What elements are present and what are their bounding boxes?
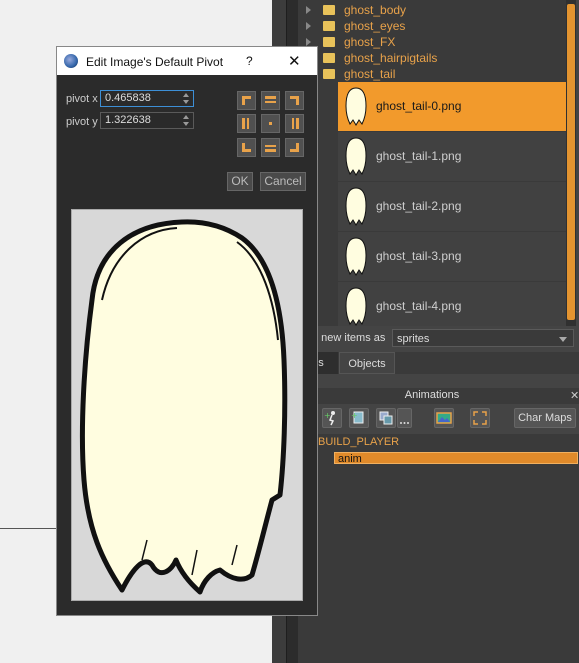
animation-row[interactable]: anim bbox=[334, 452, 578, 465]
pivot-x-value: 0.465838 bbox=[105, 92, 151, 104]
duplicate-button[interactable] bbox=[376, 408, 396, 428]
folder-open-icon bbox=[323, 69, 335, 79]
pivot-middle-left-button[interactable] bbox=[237, 114, 256, 133]
folder-label: ghost_tail bbox=[344, 67, 396, 81]
expand-arrow-icon[interactable] bbox=[306, 38, 311, 46]
preview-image-button[interactable] bbox=[434, 408, 454, 428]
help-button[interactable]: ? bbox=[246, 54, 253, 68]
folder-icon bbox=[323, 53, 335, 63]
folder-icon bbox=[323, 21, 335, 31]
svg-text:+: + bbox=[324, 411, 331, 420]
tree-folder-ghost-body[interactable]: ghost_body bbox=[298, 2, 566, 18]
pivot-top-right-button[interactable] bbox=[285, 91, 304, 110]
run-figure-icon: + bbox=[324, 411, 335, 426]
image-tree: ghost_body ghost_eyes ghost_FX ghost_hai… bbox=[298, 0, 566, 327]
image-item-ghost-tail-1[interactable]: ghost_tail-1.png bbox=[338, 132, 566, 182]
dialog-title: Edit Image's Default Pivot bbox=[86, 55, 224, 69]
spin-down-icon[interactable] bbox=[183, 122, 189, 126]
tab-objects[interactable]: Objects bbox=[339, 352, 395, 374]
tree-folder-ghost-fx[interactable]: ghost_FX bbox=[298, 34, 566, 50]
image-item-label: ghost_tail-1.png bbox=[376, 149, 462, 163]
close-button[interactable]: ✕ bbox=[288, 52, 301, 70]
animations-close-button[interactable]: ✕ bbox=[570, 389, 579, 402]
cancel-button[interactable]: Cancel bbox=[260, 172, 306, 191]
pivot-top-left-button[interactable] bbox=[237, 91, 256, 110]
spin-up-icon[interactable] bbox=[183, 93, 189, 97]
folder-label: ghost_hairpigtails bbox=[344, 51, 438, 65]
char-maps-button[interactable]: Char Maps bbox=[514, 408, 576, 428]
fit-corners-icon bbox=[473, 411, 487, 425]
pivot-x-input[interactable]: 0.465838 bbox=[100, 90, 194, 107]
pivot-bottom-center-icon bbox=[265, 149, 276, 152]
animations-panel-title: Animations bbox=[404, 389, 460, 401]
pivot-top-center-icon bbox=[265, 96, 276, 99]
pivot-y-label: pivot y bbox=[66, 116, 98, 128]
pivot-center-button[interactable] bbox=[261, 114, 280, 133]
folder-label: ghost_eyes bbox=[344, 19, 406, 33]
ghost-tail-thumbnail-icon bbox=[345, 187, 367, 226]
tree-scrollbar-thumb[interactable] bbox=[567, 4, 575, 320]
spin-up-icon[interactable] bbox=[183, 115, 189, 119]
chevron-down-icon bbox=[559, 337, 567, 342]
svg-text:+: + bbox=[351, 411, 358, 420]
build-name[interactable]: BUILD_PLAYER bbox=[318, 436, 399, 448]
image-item-label: ghost_tail-2.png bbox=[376, 199, 462, 213]
tree-folder-ghost-eyes[interactable]: ghost_eyes bbox=[298, 18, 566, 34]
pivot-x-label: pivot x bbox=[66, 93, 98, 105]
pivot-bottom-left-button[interactable] bbox=[237, 138, 256, 157]
ghost-tail-thumbnail-icon bbox=[345, 237, 367, 276]
expand-arrow-icon[interactable] bbox=[306, 6, 311, 14]
pivot-y-input[interactable]: 1.322638 bbox=[100, 112, 194, 129]
image-preview-icon bbox=[436, 412, 452, 424]
pivot-middle-right-icon bbox=[296, 118, 299, 129]
add-items-select[interactable]: sprites bbox=[392, 329, 574, 347]
add-build-button[interactable]: + bbox=[349, 408, 369, 428]
more-options-button[interactable] bbox=[397, 408, 412, 428]
ghost-tail-thumbnail-icon bbox=[345, 87, 367, 126]
ghost-tail-thumbnail-icon bbox=[345, 287, 367, 326]
image-item-ghost-tail-3[interactable]: ghost_tail-3.png bbox=[338, 232, 566, 282]
pivot-y-value: 1.322638 bbox=[105, 114, 151, 126]
image-item-label: ghost_tail-4.png bbox=[376, 299, 462, 313]
image-item-ghost-tail-2[interactable]: ghost_tail-2.png bbox=[338, 182, 566, 232]
pivot-middle-right-button[interactable] bbox=[285, 114, 304, 133]
tree-folder-ghost-hairpigtails[interactable]: ghost_hairpigtails bbox=[298, 50, 566, 66]
duplicate-icon bbox=[379, 411, 393, 425]
pivot-bottom-center-button[interactable] bbox=[261, 138, 280, 157]
image-item-ghost-tail-0[interactable]: ghost_tail-0.png bbox=[338, 82, 566, 132]
pivot-center-icon bbox=[269, 122, 272, 125]
expand-arrow-icon[interactable] bbox=[306, 22, 311, 30]
ellipsis-icon bbox=[400, 422, 409, 424]
image-item-label: ghost_tail-0.png bbox=[376, 99, 462, 113]
folder-icon bbox=[323, 5, 335, 15]
app-globe-icon bbox=[64, 54, 78, 68]
pivot-middle-left-icon bbox=[242, 118, 245, 129]
add-build-icon: + bbox=[351, 411, 364, 424]
add-items-label: g new items as bbox=[312, 332, 386, 344]
image-item-ghost-tail-4[interactable]: ghost_tail-4.png bbox=[338, 282, 566, 327]
pivot-bottom-right-button[interactable] bbox=[285, 138, 304, 157]
image-preview[interactable] bbox=[71, 209, 303, 601]
folder-label: ghost_body bbox=[344, 3, 407, 17]
folder-icon bbox=[323, 37, 335, 47]
ok-button[interactable]: OK bbox=[227, 172, 253, 191]
add-animation-button[interactable]: + bbox=[322, 408, 342, 428]
folder-label: ghost_FX bbox=[344, 35, 396, 49]
image-item-label: ghost_tail-3.png bbox=[376, 249, 462, 263]
ghost-tail-image bbox=[79, 219, 288, 595]
ghost-tail-thumbnail-icon bbox=[345, 137, 367, 176]
add-items-select-value: sprites bbox=[397, 333, 430, 345]
spin-down-icon[interactable] bbox=[183, 100, 189, 104]
pivot-top-center-button[interactable] bbox=[261, 91, 280, 110]
tree-folder-ghost-tail[interactable]: ghost_tail bbox=[298, 66, 566, 82]
fit-view-button[interactable] bbox=[470, 408, 490, 428]
